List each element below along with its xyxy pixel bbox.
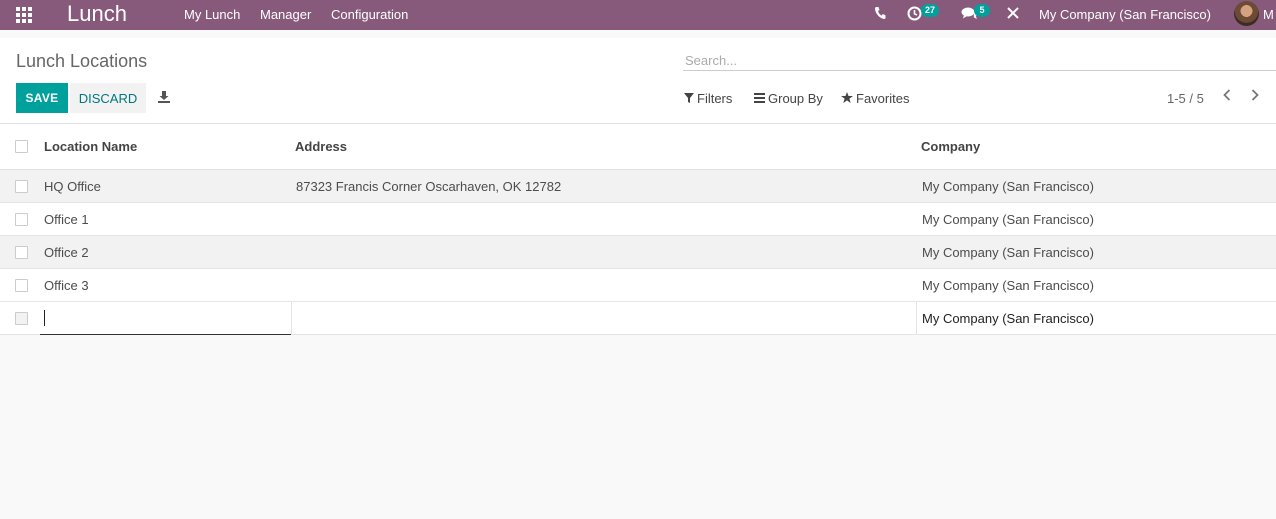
message-count-badge: 5 [974, 4, 990, 17]
location-name-cell[interactable]: Office 2 [44, 245, 89, 260]
company-cell[interactable]: My Company (San Francisco) [922, 278, 1094, 293]
table-row[interactable]: Office 3 My Company (San Francisco) [0, 269, 1276, 302]
group-by-button[interactable]: Group By [754, 91, 823, 106]
company-switcher[interactable]: My Company (San Francisco) [1039, 7, 1211, 22]
column-header-location-name[interactable]: Location Name [44, 139, 137, 154]
location-name-cell[interactable]: HQ Office [44, 179, 101, 194]
activity-clock-icon[interactable] [907, 6, 922, 24]
filters-button[interactable]: Filters [684, 91, 732, 106]
row-checkbox[interactable] [15, 312, 28, 325]
filter-icon [684, 91, 694, 106]
company-cell[interactable]: My Company (San Francisco) [922, 179, 1094, 194]
row-checkbox[interactable] [15, 180, 28, 193]
phone-icon[interactable] [874, 6, 886, 23]
table-row[interactable]: Office 2 My Company (San Francisco) [0, 236, 1276, 269]
star-icon [841, 91, 853, 106]
table-header: Location Name Address Company [0, 124, 1276, 170]
chevron-right-icon[interactable] [1247, 88, 1263, 106]
activity-count-badge: 27 [921, 4, 940, 17]
control-panel: Lunch Locations SAVE DISCARD Filters Gro… [0, 38, 1276, 124]
location-name-cell[interactable]: Office 1 [44, 212, 89, 227]
location-name-cell[interactable]: Office 3 [44, 278, 89, 293]
user-menu[interactable]: M [1263, 7, 1274, 22]
menu-configuration[interactable]: Configuration [331, 7, 408, 22]
filters-label: Filters [697, 91, 733, 106]
row-checkbox[interactable] [15, 279, 28, 292]
app-title[interactable]: Lunch [67, 1, 127, 27]
row-checkbox[interactable] [15, 213, 28, 226]
user-avatar[interactable] [1234, 1, 1259, 26]
table-row[interactable]: HQ Office 87323 Francis Corner Oscarhave… [0, 170, 1276, 203]
locations-table: Location Name Address Company HQ Office … [0, 124, 1276, 335]
address-cell[interactable]: 87323 Francis Corner Oscarhaven, OK 1278… [296, 179, 561, 194]
favorites-button[interactable]: Favorites [841, 91, 909, 106]
group-by-label: Group By [768, 91, 823, 106]
top-navbar: Lunch My Lunch Manager Configuration 27 … [0, 0, 1276, 30]
company-cell[interactable]: My Company (San Francisco) [922, 212, 1094, 227]
app-grid-icon[interactable] [16, 7, 34, 23]
pager-value[interactable]: 1-5 / 5 [1167, 91, 1204, 106]
chevron-left-icon[interactable] [1219, 88, 1235, 106]
address-input[interactable] [291, 302, 917, 335]
select-all-checkbox[interactable] [15, 140, 28, 153]
bars-icon [754, 91, 765, 106]
text-cursor [44, 310, 45, 326]
editable-new-row[interactable]: My Company (San Francisco) [0, 302, 1276, 335]
favorites-label: Favorites [856, 91, 910, 106]
discard-button[interactable]: DISCARD [70, 83, 146, 113]
debug-tools-icon[interactable] [1006, 6, 1020, 23]
company-select[interactable]: My Company (San Francisco) [922, 311, 1094, 326]
company-cell[interactable]: My Company (San Francisco) [922, 245, 1094, 260]
column-header-address[interactable]: Address [295, 139, 347, 154]
column-header-company[interactable]: Company [921, 139, 980, 154]
page-title: Lunch Locations [16, 51, 148, 71]
search-input[interactable] [683, 50, 1276, 71]
menu-manager[interactable]: Manager [260, 7, 311, 22]
row-checkbox[interactable] [15, 246, 28, 259]
menu-my-lunch[interactable]: My Lunch [184, 7, 240, 22]
table-row[interactable]: Office 1 My Company (San Francisco) [0, 203, 1276, 236]
download-icon[interactable] [158, 91, 170, 103]
save-button[interactable]: SAVE [16, 83, 68, 113]
location-name-input[interactable] [40, 302, 291, 335]
